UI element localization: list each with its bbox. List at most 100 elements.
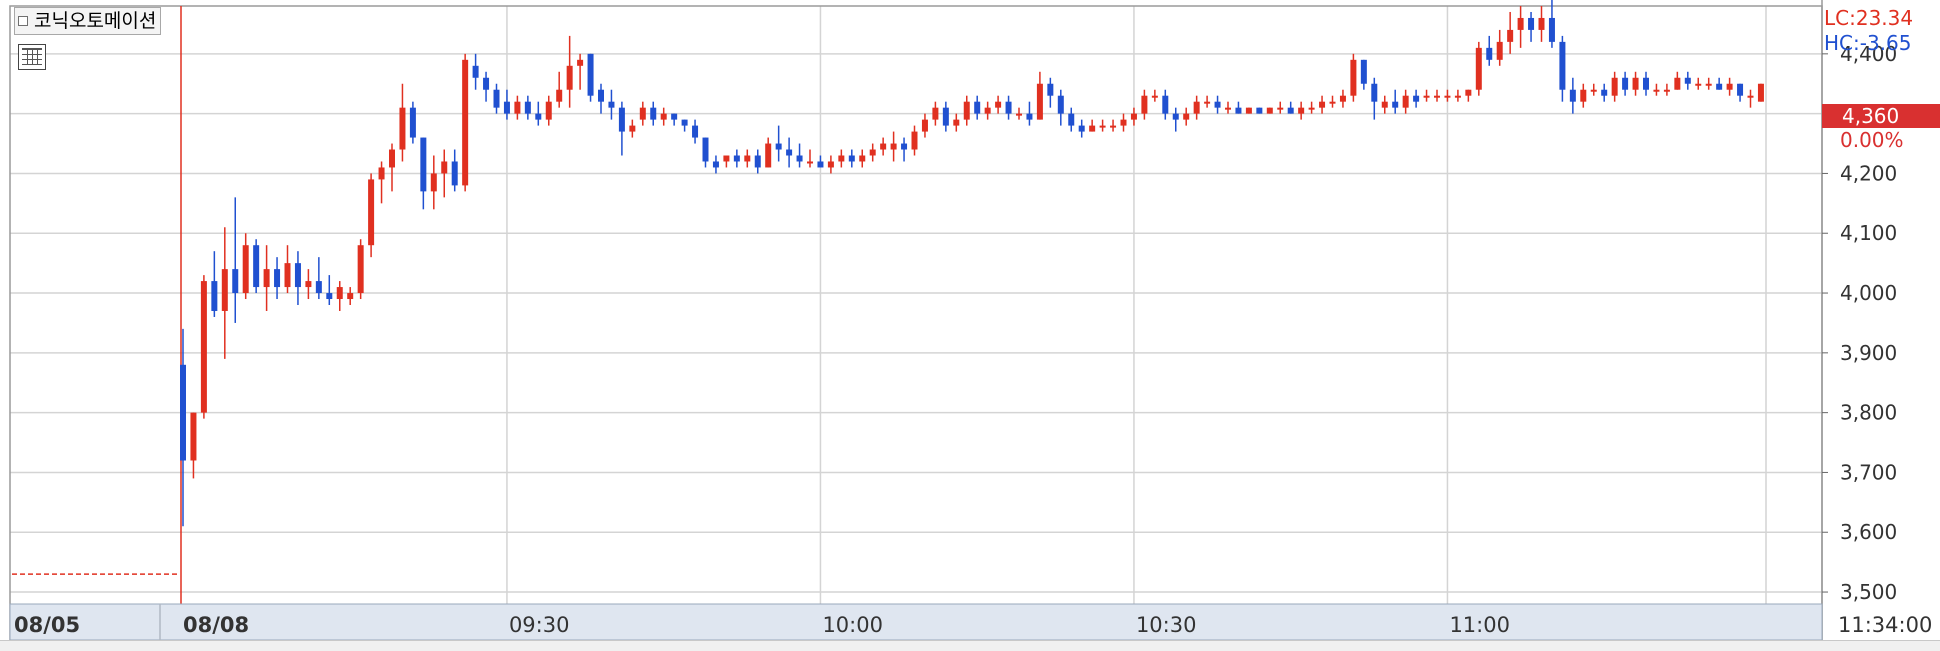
candle-body — [1674, 77, 1681, 90]
candle-body — [1026, 113, 1033, 120]
candle-body — [608, 101, 615, 108]
candle-body — [1120, 119, 1127, 126]
candle-body — [1695, 83, 1702, 86]
candle-body — [869, 149, 876, 156]
candle-body — [1496, 41, 1503, 60]
x-tick-label: 11:34:00 — [1838, 613, 1932, 637]
candle-body — [1737, 83, 1744, 96]
candle-body — [1507, 29, 1514, 42]
candle-body — [984, 107, 991, 114]
candle-body — [1622, 77, 1629, 90]
candle-body — [859, 155, 866, 162]
candle-body — [1705, 83, 1712, 86]
candle-body — [1559, 41, 1566, 90]
candle — [1256, 107, 1263, 114]
x-tick-label: 10:00 — [822, 613, 883, 637]
candle-body — [535, 113, 542, 120]
candlestick-chart: 3,500 3,600 3,700 3,800 3,900 4,000 4,100 4,200… — [0, 0, 1940, 650]
candle-body — [305, 281, 312, 288]
candle-body — [357, 245, 364, 294]
hc-indicator: HC:-3.65 — [1824, 31, 1912, 55]
candle-body — [1611, 77, 1618, 96]
candle-body — [577, 59, 584, 66]
candle-body — [1454, 95, 1461, 98]
candle-body — [1204, 101, 1211, 104]
candle-body — [1308, 107, 1315, 110]
candle-body — [462, 59, 469, 186]
candle-body — [963, 101, 970, 120]
y-tick-label: 4,000 — [1840, 281, 1897, 305]
candle-body — [1413, 95, 1420, 102]
candle-body — [1486, 47, 1493, 60]
candle — [1245, 107, 1252, 114]
candle-body — [1726, 83, 1733, 90]
y-tick-label: 4,100 — [1840, 221, 1897, 245]
select-square-icon — [18, 16, 28, 26]
candle-body — [1350, 59, 1357, 96]
candle-body — [942, 107, 949, 126]
candle-body — [1277, 107, 1284, 110]
candle-body — [232, 269, 239, 294]
candle — [462, 53, 469, 192]
candle-body — [1183, 113, 1190, 120]
candle-body — [598, 89, 604, 102]
candle-body — [211, 281, 218, 311]
candle-body — [493, 89, 500, 108]
candle-body — [744, 155, 751, 162]
stock-name-box[interactable]: 코닉오토메이션 — [14, 7, 162, 35]
candle-body — [723, 155, 730, 162]
candle-body — [629, 125, 636, 132]
candle — [253, 239, 260, 294]
candle-body — [890, 143, 897, 150]
candle-body — [911, 131, 918, 150]
candle-body — [1444, 95, 1451, 98]
candle-body — [671, 113, 678, 120]
candle-body — [1381, 101, 1388, 108]
candle-body — [786, 149, 793, 156]
candle-body — [242, 245, 249, 294]
candle-body — [1663, 89, 1670, 92]
candle-body — [430, 173, 437, 192]
candle-body — [1402, 95, 1409, 108]
candle-body — [1130, 113, 1137, 120]
candle-body — [1339, 95, 1346, 102]
stock-name: 코닉오토메이션 — [34, 10, 157, 32]
candle — [409, 101, 416, 144]
candle — [368, 173, 375, 258]
candle-body — [901, 143, 908, 150]
candle-body — [1287, 107, 1294, 114]
candle-body — [733, 155, 740, 162]
y-tick-label: 3,900 — [1840, 341, 1897, 365]
candle-body — [765, 143, 772, 168]
current-price-tag: 4,360 — [1822, 104, 1940, 128]
candle-body — [389, 149, 395, 168]
candle-body — [796, 155, 803, 162]
candle-body — [775, 143, 782, 150]
candle-body — [1684, 77, 1691, 84]
candle-body — [1643, 77, 1649, 90]
candle-body — [1632, 77, 1639, 90]
candle-body — [1016, 113, 1022, 116]
candle-body — [587, 53, 594, 96]
candle-body — [221, 269, 228, 311]
candle-body — [1538, 17, 1545, 30]
candle-body — [399, 107, 406, 150]
x-tick-label: 08/08 — [183, 613, 249, 637]
candle-body — [754, 155, 761, 168]
candle-body — [1601, 89, 1608, 96]
candle-body — [336, 287, 343, 300]
candle-body — [1298, 107, 1305, 114]
candle-body — [1319, 101, 1326, 108]
table-grid-icon[interactable] — [18, 44, 46, 70]
candle-body — [1068, 113, 1075, 126]
candle — [1350, 53, 1357, 102]
candle-body — [1089, 125, 1096, 132]
candle-body — [294, 263, 301, 288]
candle-body — [1266, 107, 1273, 114]
candle-body — [660, 113, 667, 120]
candle-body — [1329, 101, 1336, 104]
candle-body — [409, 107, 416, 138]
candle-body — [995, 101, 1002, 108]
lc-indicator: LC:23.34 — [1824, 6, 1914, 30]
candle — [357, 239, 364, 300]
